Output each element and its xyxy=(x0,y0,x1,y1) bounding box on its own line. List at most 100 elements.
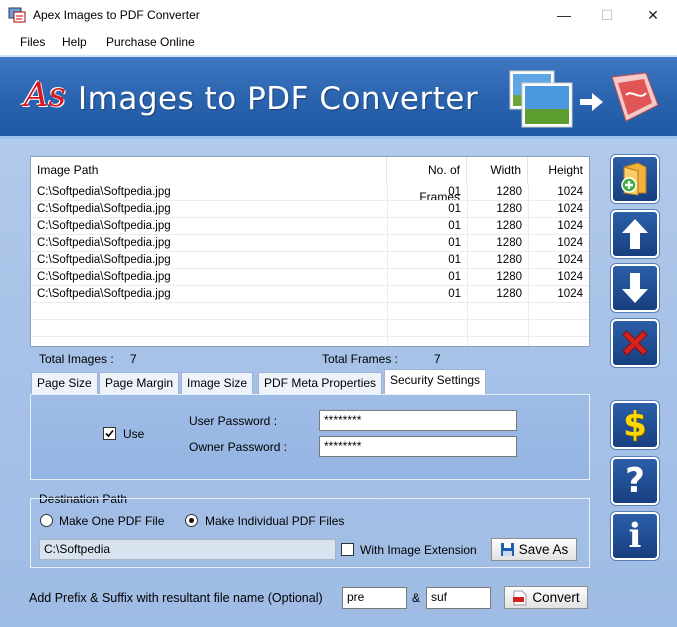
table-row-empty xyxy=(31,320,589,337)
cell-width: 1280 xyxy=(496,186,522,198)
cell-height: 1024 xyxy=(557,271,583,283)
logo-text: As xyxy=(24,75,67,115)
table-row[interactable]: C:\Softpedia\Softpedia.jpg 01 1280 1024 xyxy=(31,218,589,235)
use-label: Use xyxy=(123,427,145,441)
table-row[interactable]: C:\Softpedia\Softpedia.jpg 01 1280 1024 xyxy=(31,252,589,269)
menu-bar: Files Help Purchase Online xyxy=(0,31,677,55)
with-image-extension-label: With Image Extension xyxy=(360,543,477,557)
window-title: Apex Images to PDF Converter xyxy=(33,8,200,22)
title-bar: Apex Images to PDF Converter — ☐ ✕ xyxy=(0,0,677,31)
arrow-up-icon xyxy=(622,219,648,249)
move-up-button[interactable] xyxy=(611,210,659,258)
info-icon: i xyxy=(628,516,642,556)
cell-image-path: C:\Softpedia\Softpedia.jpg xyxy=(37,186,171,198)
main-panel: Image Path No. of Frames Width Height C:… xyxy=(0,139,677,627)
menu-help[interactable]: Help xyxy=(62,35,87,49)
pdf-file-icon xyxy=(513,590,527,605)
tab-security-settings[interactable]: Security Settings xyxy=(384,369,487,395)
convert-button[interactable]: Convert xyxy=(504,586,588,609)
column-header-image-path[interactable]: Image Path xyxy=(31,157,387,184)
table-row[interactable]: C:\Softpedia\Softpedia.jpg 01 1280 1024 xyxy=(31,201,589,218)
owner-password-input[interactable]: ******** xyxy=(319,436,517,457)
table-row-empty xyxy=(31,303,589,320)
minimize-button[interactable]: — xyxy=(541,0,587,31)
menu-files[interactable]: Files xyxy=(20,35,45,49)
app-logo: As xyxy=(22,73,70,121)
tab-page-size[interactable]: Page Size xyxy=(31,372,98,394)
table-row[interactable]: C:\Softpedia\Softpedia.jpg 01 1280 1024 xyxy=(31,286,589,303)
cell-width: 1280 xyxy=(496,288,522,300)
about-button[interactable]: i xyxy=(611,512,659,560)
cell-frames: 01 xyxy=(448,203,461,215)
menu-purchase-online[interactable]: Purchase Online xyxy=(106,35,195,49)
total-frames-label: Total Frames : xyxy=(322,352,399,366)
remove-button[interactable] xyxy=(611,319,659,367)
cell-height: 1024 xyxy=(557,203,583,215)
total-images-value: 7 xyxy=(130,352,137,366)
cell-width: 1280 xyxy=(496,220,522,232)
help-button[interactable]: ? xyxy=(611,457,659,505)
header-banner: As Images to PDF Converter xyxy=(0,55,677,139)
make-individual-pdf-radio[interactable] xyxy=(185,514,198,527)
column-header-height[interactable]: Height xyxy=(528,157,589,184)
delete-x-icon xyxy=(622,330,648,356)
cell-image-path: C:\Softpedia\Softpedia.jpg xyxy=(37,271,171,283)
cell-width: 1280 xyxy=(496,254,522,266)
cell-height: 1024 xyxy=(557,220,583,232)
tab-image-size[interactable]: Image Size xyxy=(181,372,254,394)
purchase-button[interactable]: $ xyxy=(611,401,659,449)
move-down-button[interactable] xyxy=(611,264,659,312)
cell-width: 1280 xyxy=(496,271,522,283)
make-one-pdf-label: Make One PDF File xyxy=(59,514,165,528)
cell-image-path: C:\Softpedia\Softpedia.jpg xyxy=(37,220,171,232)
cell-width: 1280 xyxy=(496,203,522,215)
file-list-table[interactable]: Image Path No. of Frames Width Height C:… xyxy=(30,156,590,347)
cell-frames: 01 xyxy=(448,220,461,232)
save-as-button[interactable]: Save As xyxy=(491,538,577,561)
cell-height: 1024 xyxy=(557,186,583,198)
total-images-label: Total Images : xyxy=(39,352,114,366)
security-settings-panel: Use User Password : ******** Owner Passw… xyxy=(30,394,590,480)
user-password-input[interactable]: ******** xyxy=(319,410,517,431)
with-image-extension-checkbox[interactable] xyxy=(341,543,354,556)
cell-frames: 01 xyxy=(448,271,461,283)
cell-width: 1280 xyxy=(496,237,522,249)
cell-image-path: C:\Softpedia\Softpedia.jpg xyxy=(37,254,171,266)
prefix-suffix-label: Add Prefix & Suffix with resultant file … xyxy=(29,591,323,605)
cell-frames: 01 xyxy=(448,254,461,266)
cell-height: 1024 xyxy=(557,288,583,300)
suffix-input[interactable]: suf xyxy=(426,587,491,609)
cell-height: 1024 xyxy=(557,254,583,266)
add-files-button[interactable] xyxy=(611,155,659,203)
make-one-pdf-radio[interactable] xyxy=(40,514,53,527)
make-individual-pdf-label: Make Individual PDF Files xyxy=(205,514,345,528)
tab-pdf-meta-properties[interactable]: PDF Meta Properties xyxy=(258,372,383,394)
table-row[interactable]: C:\Softpedia\Softpedia.jpg 01 1280 1024 xyxy=(31,184,589,201)
cell-height: 1024 xyxy=(557,237,583,249)
prefix-input[interactable]: pre xyxy=(342,587,407,609)
maximize-button[interactable]: ☐ xyxy=(584,0,630,31)
save-as-label: Save As xyxy=(518,542,569,557)
cell-frames: 01 xyxy=(448,288,461,300)
tab-page-margin[interactable]: Page Margin xyxy=(99,372,180,394)
destination-path-input[interactable]: C:\Softpedia xyxy=(39,539,336,560)
folder-add-icon xyxy=(621,162,647,196)
table-row[interactable]: C:\Softpedia\Softpedia.jpg 01 1280 1024 xyxy=(31,235,589,252)
dollar-icon: $ xyxy=(623,405,647,445)
table-row[interactable]: C:\Softpedia\Softpedia.jpg 01 1280 1024 xyxy=(31,269,589,286)
ampersand-label: & xyxy=(412,591,421,605)
image-to-pdf-graphic-icon xyxy=(509,70,659,128)
owner-password-label: Owner Password : xyxy=(189,440,288,454)
cell-image-path: C:\Softpedia\Softpedia.jpg xyxy=(37,203,171,215)
column-header-width[interactable]: Width xyxy=(467,157,528,184)
cell-frames: 01 xyxy=(448,237,461,249)
arrow-down-icon xyxy=(622,273,648,303)
column-header-frames[interactable]: No. of Frames xyxy=(387,157,467,204)
use-checkbox[interactable] xyxy=(103,427,116,440)
close-button[interactable]: ✕ xyxy=(630,0,676,31)
banner-title: Images to PDF Converter xyxy=(78,81,479,117)
destination-path-group: Make One PDF File Make Individual PDF Fi… xyxy=(30,498,590,568)
total-frames-value: 7 xyxy=(434,352,441,366)
cell-image-path: C:\Softpedia\Softpedia.jpg xyxy=(37,288,171,300)
convert-label: Convert xyxy=(532,590,580,605)
